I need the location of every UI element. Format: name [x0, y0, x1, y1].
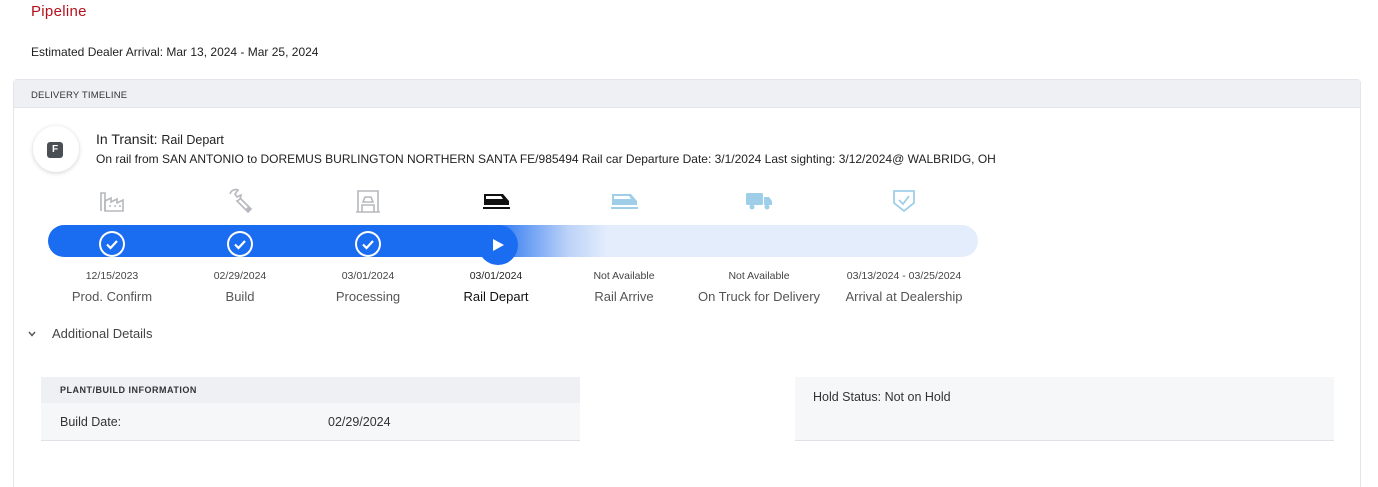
delivery-timeline-card: DELIVERY TIMELINE F In Transit: Rail Dep…: [13, 79, 1361, 487]
page-title: Pipeline: [31, 3, 87, 20]
play-icon: [493, 239, 504, 251]
rail-icon: [483, 194, 510, 209]
delivery-timeline: 12/15/2023 Prod. Confirm 02/29/2024 Buil…: [14, 80, 1362, 320]
current-step-indicator: [478, 225, 518, 265]
hold-status-panel: Hold Status: Not on Hold: [795, 377, 1334, 441]
additional-details-label: Additional Details: [52, 326, 153, 341]
build-date-label: Build Date:: [60, 415, 122, 429]
build-date-row: Build Date: 02/29/2024: [41, 403, 580, 441]
check-icon: [101, 233, 123, 255]
step-date: Not Available: [593, 270, 655, 282]
hold-status-text: Hold Status: Not on Hold: [813, 390, 951, 404]
rail-icon: [611, 194, 638, 209]
step-complete-indicator: [355, 231, 381, 257]
check-icon: [229, 233, 251, 255]
step-label: Rail Arrive: [594, 289, 654, 304]
build-date-value: 02/29/2024: [328, 415, 391, 429]
check-icon: [357, 233, 379, 255]
step-label: On Truck for Delivery: [697, 289, 821, 304]
timeline-step-on-truck: Not Available On Truck for Delivery: [684, 188, 834, 304]
step-label: Arrival at Dealership: [845, 289, 963, 304]
plant-build-info-header: PLANT/BUILD INFORMATION: [41, 377, 580, 403]
chevron-down-icon: [28, 331, 38, 337]
step-date: 03/13/2024 - 03/25/2024: [846, 270, 962, 282]
plant-build-info-panel: PLANT/BUILD INFORMATION Build Date: 02/2…: [41, 377, 580, 441]
step-date: Not Available: [728, 270, 790, 282]
factory-icon: [100, 192, 124, 212]
estimated-arrival: Estimated Dealer Arrival: Mar 13, 2024 -…: [31, 45, 319, 59]
step-complete-indicator: [99, 231, 125, 257]
timeline-step-rail-arrive: Not Available Rail Arrive: [549, 188, 699, 304]
wrench-icon: [229, 188, 253, 214]
processing-icon: [356, 190, 380, 213]
truck-icon: [746, 193, 772, 210]
additional-details-toggle[interactable]: Additional Details: [28, 326, 152, 341]
shield-check-icon: [893, 190, 915, 213]
timeline-step-arrival-dealership: 03/13/2024 - 03/25/2024 Arrival at Deale…: [829, 188, 979, 304]
step-complete-indicator: [227, 231, 253, 257]
